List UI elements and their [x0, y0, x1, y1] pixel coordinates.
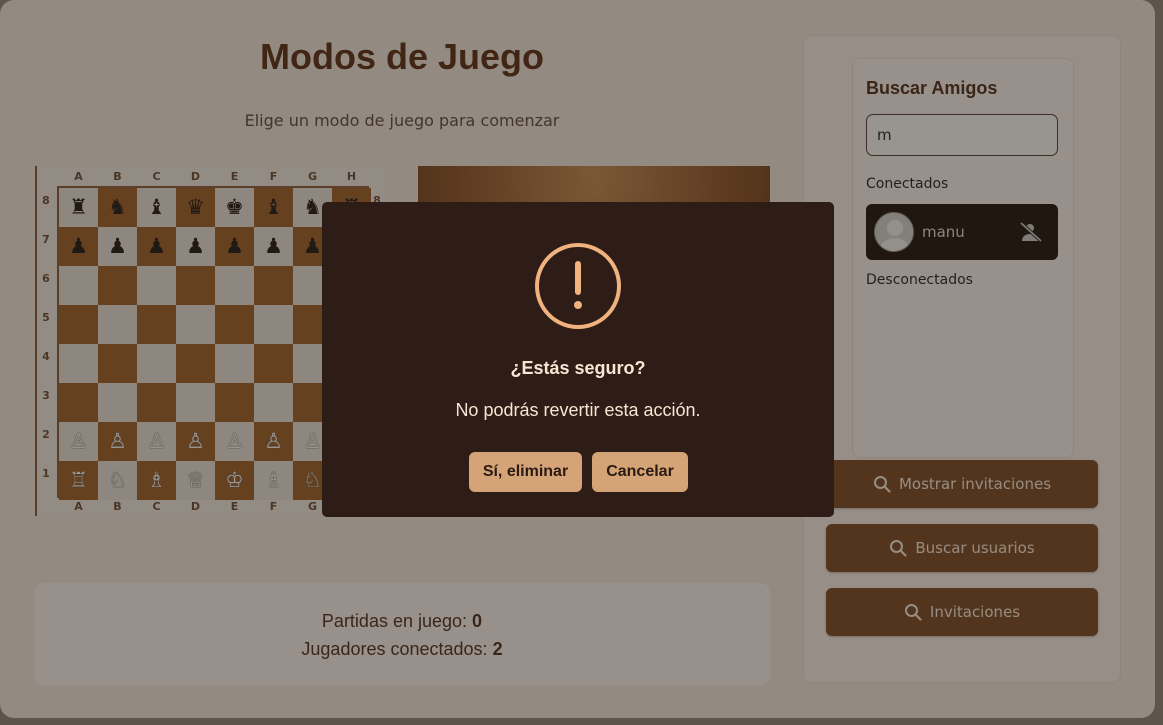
dialog-title: ¿Estás seguro? — [510, 358, 646, 378]
dialog-message: No podrás revertir esta acción. — [455, 400, 701, 420]
confirm-delete-button[interactable]: Sí, eliminar — [469, 452, 582, 492]
warning-icon — [535, 243, 621, 329]
cancel-button[interactable]: Cancelar — [592, 452, 688, 492]
confirm-dialog: ¿Estás seguro? No podrás revertir esta a… — [322, 202, 834, 517]
